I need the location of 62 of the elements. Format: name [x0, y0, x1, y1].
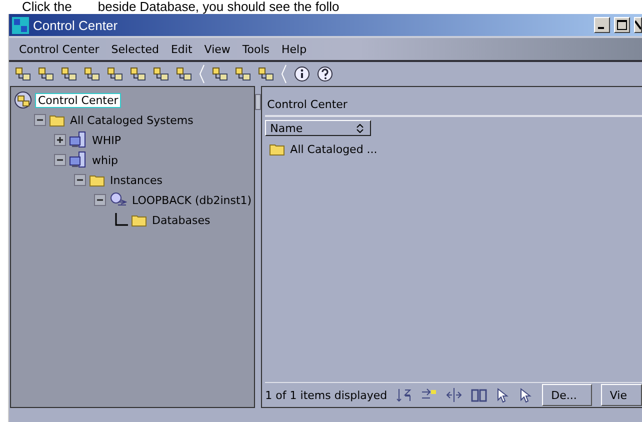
collapse-icon[interactable]	[74, 174, 86, 186]
menu-item[interactable]: View	[204, 42, 230, 56]
tree-item[interactable]: All Cataloged Systems	[68, 114, 196, 126]
sort-arrows-icon	[356, 124, 364, 132]
computer-icon	[69, 151, 87, 169]
toolbar-tool-icon[interactable]	[176, 66, 192, 82]
tree-item[interactable]: Databases	[150, 214, 212, 226]
toolbar-tool-icon[interactable]	[61, 66, 77, 82]
folder-icon	[131, 213, 147, 227]
details-button[interactable]: De...	[542, 384, 592, 406]
menu-item[interactable]: Help	[282, 42, 307, 56]
tree-item[interactable]: Control Center	[35, 92, 122, 108]
toolbar-tool-icon[interactable]	[235, 66, 251, 82]
network-icon	[14, 91, 32, 109]
toolbar-tool-icon[interactable]	[84, 66, 100, 82]
menu-item[interactable]: Control Center	[19, 42, 100, 56]
tree-item[interactable]: Instances	[108, 174, 165, 186]
folder-icon	[49, 113, 65, 127]
tree-item[interactable]: WHIP	[90, 134, 124, 146]
window-title: Control Center	[33, 18, 119, 32]
expand-icon[interactable]	[54, 134, 66, 146]
folder-icon	[89, 173, 105, 187]
status-text: 1 of 1 items displayed	[265, 388, 388, 402]
pointer-icon[interactable]	[519, 387, 534, 403]
view-button[interactable]: Vie	[600, 384, 642, 406]
instance-icon	[109, 192, 127, 208]
toolbar-tool-icon[interactable]	[107, 66, 123, 82]
collapse-icon[interactable]	[94, 194, 106, 206]
toolbar-separator	[281, 64, 287, 84]
menu-item[interactable]: Edit	[170, 42, 192, 56]
menu-item[interactable]: Tools	[242, 42, 270, 56]
caption-text: Click the	[22, 0, 72, 14]
folder-icon	[269, 142, 286, 156]
tree-item[interactable]: LOOPBACK (db2inst1)	[130, 194, 254, 206]
tree-branch-line	[114, 213, 128, 227]
panel-title: Control Center	[265, 95, 642, 117]
toolbar-tool-icon[interactable]	[258, 66, 274, 82]
toolbar-tool-icon[interactable]	[130, 66, 146, 82]
collapse-icon[interactable]	[54, 154, 66, 166]
toolbar-tool-icon[interactable]	[212, 66, 228, 82]
toolbar-separator	[199, 64, 205, 84]
pointer-icon[interactable]	[496, 387, 510, 403]
toolbar-tool-icon[interactable]	[38, 66, 54, 82]
columns-icon[interactable]	[446, 387, 462, 403]
caption-text: beside Database, you should see the follo	[98, 0, 340, 14]
menu-item[interactable]: Selected	[111, 42, 159, 56]
maximize-button[interactable]	[614, 17, 630, 33]
app-icon	[12, 16, 29, 34]
info-icon[interactable]	[294, 66, 310, 82]
maximize-icon	[617, 20, 627, 30]
column-header[interactable]: Name	[265, 120, 372, 136]
help-icon[interactable]	[317, 66, 333, 82]
tree-item[interactable]: whip	[90, 154, 120, 166]
close-icon	[635, 20, 641, 30]
computer-icon	[69, 131, 87, 149]
close-button[interactable]	[634, 17, 642, 33]
toolbar-tool-icon[interactable]	[153, 66, 169, 82]
minimize-button[interactable]	[594, 17, 610, 33]
list-item[interactable]: All Cataloged ...	[290, 142, 378, 156]
sort-icon[interactable]	[396, 387, 412, 403]
collapse-icon[interactable]	[34, 114, 46, 126]
toolbar-tool-icon[interactable]	[15, 66, 31, 82]
